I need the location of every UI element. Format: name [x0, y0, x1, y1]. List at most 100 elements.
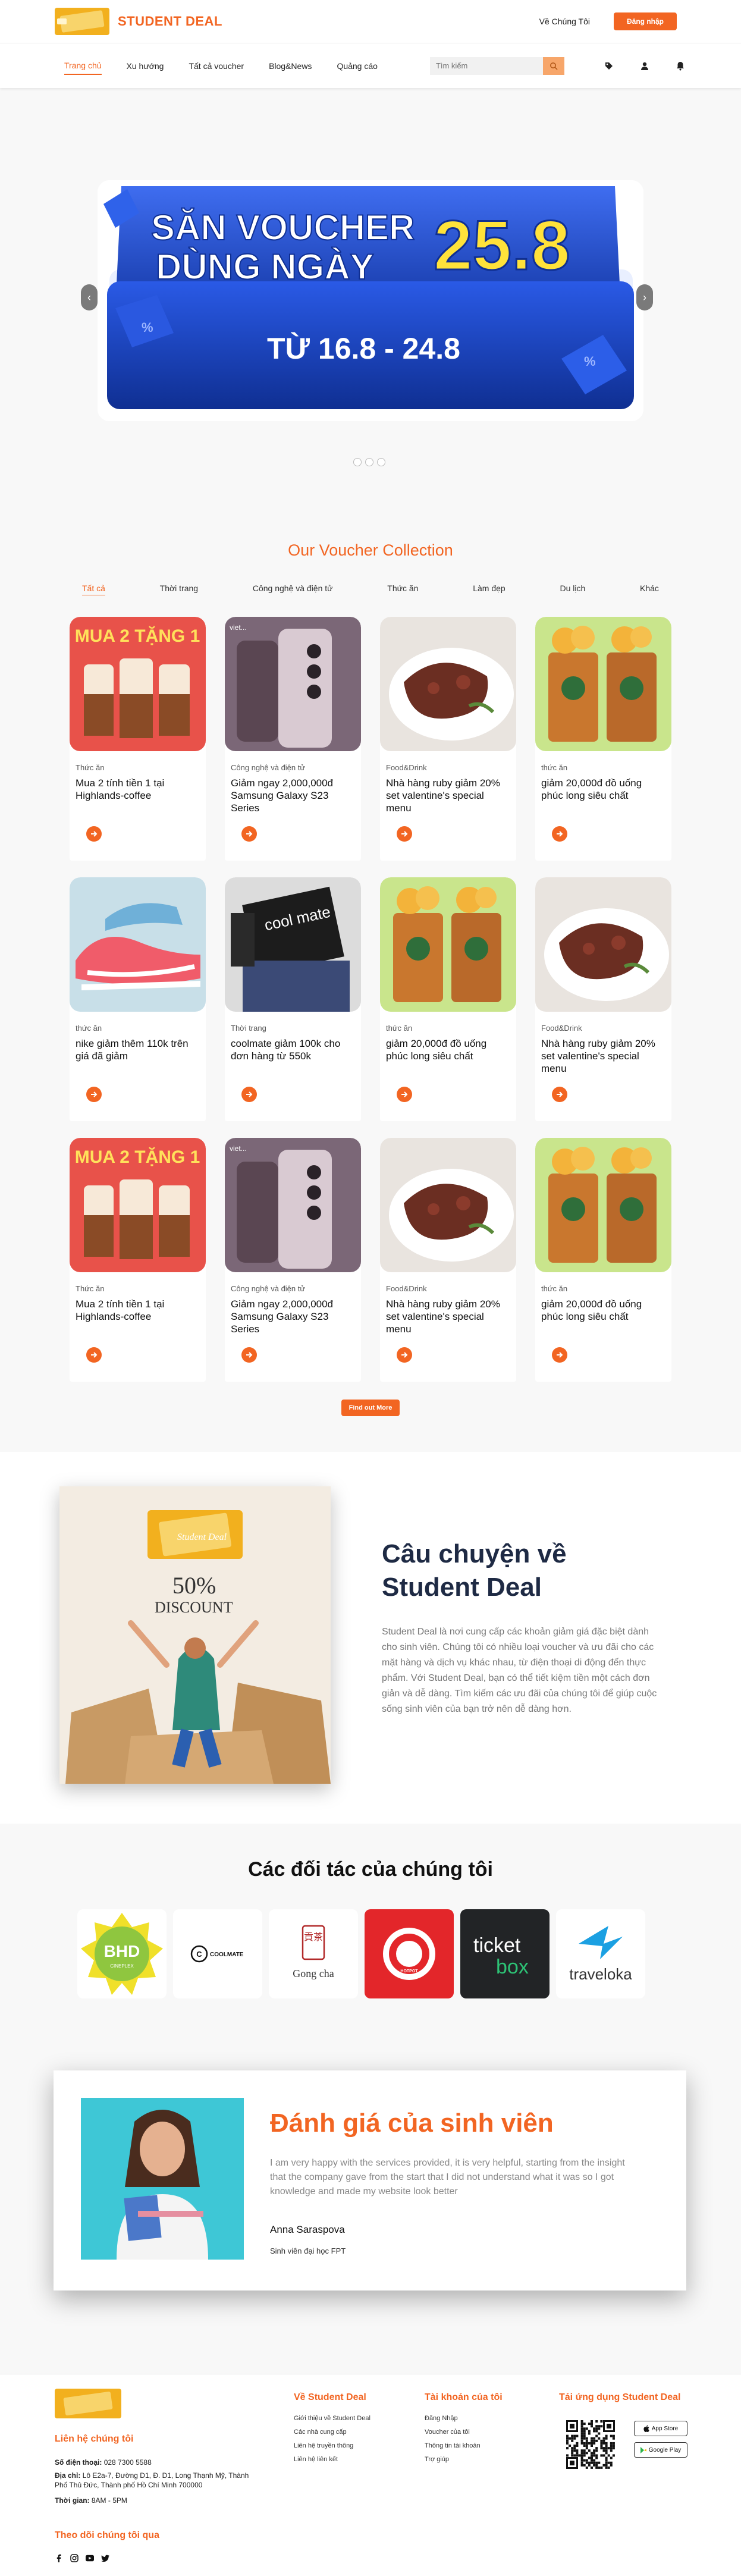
- footer-logo[interactable]: [55, 2389, 121, 2418]
- nav-item-trending[interactable]: Xu hướng: [127, 58, 164, 74]
- voucher-title[interactable]: giảm 20,000đ đồ uống phúc long siêu chất: [535, 1293, 671, 1323]
- brand[interactable]: STUDENT DEAL: [55, 8, 222, 35]
- voucher-go-button[interactable]: [552, 1087, 567, 1102]
- voucher-title[interactable]: Giảm ngay 2,000,000đ Samsung Galaxy S23 …: [225, 1293, 361, 1335]
- footer-link[interactable]: Trợ giúp: [425, 2456, 503, 2463]
- search-button[interactable]: [542, 57, 564, 75]
- voucher-image[interactable]: [70, 877, 206, 1012]
- carousel-dot[interactable]: [353, 458, 362, 466]
- nav-item-blog[interactable]: Blog&News: [269, 58, 312, 74]
- voucher-title[interactable]: Nhà hàng ruby giảm 20% set valentine's s…: [380, 772, 516, 814]
- nav-item-home[interactable]: Trang chủ: [64, 57, 102, 75]
- login-button[interactable]: Đăng nhập: [614, 12, 677, 30]
- youtube-icon[interactable]: [86, 2554, 94, 2562]
- footer-link[interactable]: Liên hệ liên kết: [294, 2456, 370, 2463]
- voucher-go-button[interactable]: [86, 1087, 102, 1102]
- tab-all[interactable]: Tất cả: [82, 583, 105, 595]
- tab-food[interactable]: Thức ăn: [387, 583, 418, 595]
- voucher-go-button[interactable]: [241, 1087, 257, 1102]
- nav-item-ads[interactable]: Quảng cáo: [337, 58, 378, 74]
- find-more-button[interactable]: Find out More: [341, 1400, 400, 1416]
- app-store-label: App Store: [651, 2425, 679, 2432]
- voucher-go-button[interactable]: [397, 1347, 412, 1363]
- partner-traveloka[interactable]: traveloka: [556, 1909, 645, 1998]
- carousel-dot[interactable]: [377, 458, 385, 466]
- voucher-card[interactable]: Food&Drink Nhà hàng ruby giảm 20% set val…: [380, 617, 516, 861]
- voucher-image[interactable]: MUA 2 TẶNG 1: [70, 617, 206, 751]
- voucher-image[interactable]: [380, 877, 516, 1012]
- footer-link[interactable]: Giới thiệu về Student Deal: [294, 2415, 370, 2422]
- voucher-go-button[interactable]: [552, 826, 567, 842]
- voucher-image[interactable]: MUA 2 TẶNG 1: [70, 1138, 206, 1272]
- partner-coolmate[interactable]: C COOLMATE: [173, 1909, 262, 1998]
- voucher-card[interactable]: Food&Drink Nhà hàng ruby giảm 20% set val…: [535, 877, 671, 1121]
- voucher-title[interactable]: giảm 20,000đ đồ uống phúc long siêu chất: [535, 772, 671, 802]
- voucher-go-button[interactable]: [241, 1347, 257, 1363]
- partner-bhd[interactable]: BHD CINEPLEX: [77, 1909, 167, 1998]
- footer-link[interactable]: Voucher của tôi: [425, 2428, 503, 2436]
- search-input[interactable]: [429, 57, 543, 75]
- voucher-card[interactable]: MUA 2 TẶNG 1 Thức ăn Mua 2 tính tiền 1 tại…: [70, 1138, 206, 1382]
- voucher-card[interactable]: thức ăn giảm 20,000đ đồ uống phúc long si…: [535, 1138, 671, 1382]
- voucher-title[interactable]: nike giảm thêm 110k trên giá đã giảm: [70, 1033, 206, 1062]
- tab-beauty[interactable]: Làm đẹp: [473, 583, 505, 595]
- voucher-go-button[interactable]: [86, 826, 102, 842]
- carousel-dot[interactable]: [365, 458, 373, 466]
- voucher-card[interactable]: thức ăn giảm 20,000đ đồ uống phúc long si…: [535, 617, 671, 861]
- voucher-image[interactable]: [380, 1138, 516, 1272]
- tab-other[interactable]: Khác: [640, 583, 659, 595]
- voucher-title[interactable]: giảm 20,000đ đồ uống phúc long siêu chất: [380, 1033, 516, 1062]
- tag-icon[interactable]: [603, 60, 615, 72]
- voucher-title[interactable]: Nhà hàng ruby giảm 20% set valentine's s…: [380, 1293, 516, 1335]
- voucher-image[interactable]: viet...: [225, 1138, 361, 1272]
- voucher-go-button[interactable]: [397, 1087, 412, 1102]
- voucher-go-button[interactable]: [552, 1347, 567, 1363]
- voucher-card[interactable]: Food&Drink Nhà hàng ruby giảm 20% set val…: [380, 1138, 516, 1382]
- footer-link[interactable]: Thông tin tài khoản: [425, 2442, 503, 2449]
- tab-fashion[interactable]: Thời trang: [160, 583, 198, 595]
- partner-gongcha[interactable]: 貢茶 Gong cha: [269, 1909, 358, 1998]
- google-play-button[interactable]: Google Play: [634, 2442, 687, 2458]
- voucher-image[interactable]: [380, 617, 516, 751]
- carousel-next-button[interactable]: ›: [636, 284, 653, 310]
- footer-link[interactable]: Liên hệ truyền thông: [294, 2442, 370, 2449]
- app-store-button[interactable]: App Store: [634, 2421, 687, 2436]
- voucher-image[interactable]: cool mate: [225, 877, 361, 1012]
- voucher-title[interactable]: Giảm ngay 2,000,000đ Samsung Galaxy S23 …: [225, 772, 361, 814]
- voucher-card[interactable]: viet... Công nghệ và điện tử Giảm ngay 2,0…: [225, 617, 361, 861]
- voucher-image[interactable]: [535, 617, 671, 751]
- facebook-icon[interactable]: [55, 2554, 63, 2562]
- voucher-title[interactable]: Mua 2 tính tiền 1 tại Highlands-coffee: [70, 1293, 206, 1323]
- voucher-go-button[interactable]: [86, 1347, 102, 1363]
- ticketbox-logo-icon: ticket box: [473, 1934, 529, 1978]
- partner-hotpot[interactable]: HOTPOT: [365, 1909, 454, 1998]
- voucher-title[interactable]: coolmate giảm 100k cho đơn hàng từ 550k: [225, 1033, 361, 1062]
- svg-text:box: box: [496, 1956, 529, 1978]
- footer-link[interactable]: Đăng Nhập: [425, 2415, 503, 2422]
- twitter-icon[interactable]: [101, 2554, 109, 2562]
- voucher-title[interactable]: Nhà hàng ruby giảm 20% set valentine's s…: [535, 1033, 671, 1075]
- voucher-go-button[interactable]: [397, 826, 412, 842]
- voucher-card[interactable]: thức ăn giảm 20,000đ đồ uống phúc long si…: [380, 877, 516, 1121]
- voucher-card[interactable]: viet... Công nghệ và điện tử Giảm ngay 2,0…: [225, 1138, 361, 1382]
- partner-ticketbox[interactable]: ticket box: [460, 1909, 550, 1998]
- carousel-dots: [353, 458, 385, 466]
- voucher-card[interactable]: thức ăn nike giảm thêm 110k trên giá đã g…: [70, 877, 206, 1121]
- voucher-image[interactable]: [535, 877, 671, 1012]
- footer-link[interactable]: Các nhà cung cấp: [294, 2428, 370, 2436]
- carousel-prev-button[interactable]: ‹: [81, 284, 98, 310]
- tab-tech[interactable]: Công nghệ và điện tử: [253, 583, 333, 595]
- voucher-card[interactable]: cool mate Thời trang coolmate giảm 100k ch…: [225, 877, 361, 1121]
- voucher-card[interactable]: MUA 2 TẶNG 1 Thức ăn Mua 2 tính tiền 1 tại…: [70, 617, 206, 861]
- promo-banner[interactable]: % % SĂN VOUCHER DÙNG NGÀY 25.8 TỪ 16.8 -…: [98, 180, 643, 421]
- nav-item-all-vouchers[interactable]: Tất cả voucher: [189, 58, 244, 74]
- voucher-go-button[interactable]: [241, 826, 257, 842]
- tab-travel[interactable]: Du lịch: [560, 583, 585, 595]
- voucher-image[interactable]: viet...: [225, 617, 361, 751]
- instagram-icon[interactable]: [70, 2554, 79, 2562]
- about-us-link[interactable]: Về Chúng Tôi: [539, 17, 590, 26]
- voucher-title[interactable]: Mua 2 tính tiền 1 tại Highlands-coffee: [70, 772, 206, 802]
- voucher-image[interactable]: [535, 1138, 671, 1272]
- user-icon[interactable]: [639, 60, 651, 72]
- bell-icon[interactable]: [674, 60, 686, 72]
